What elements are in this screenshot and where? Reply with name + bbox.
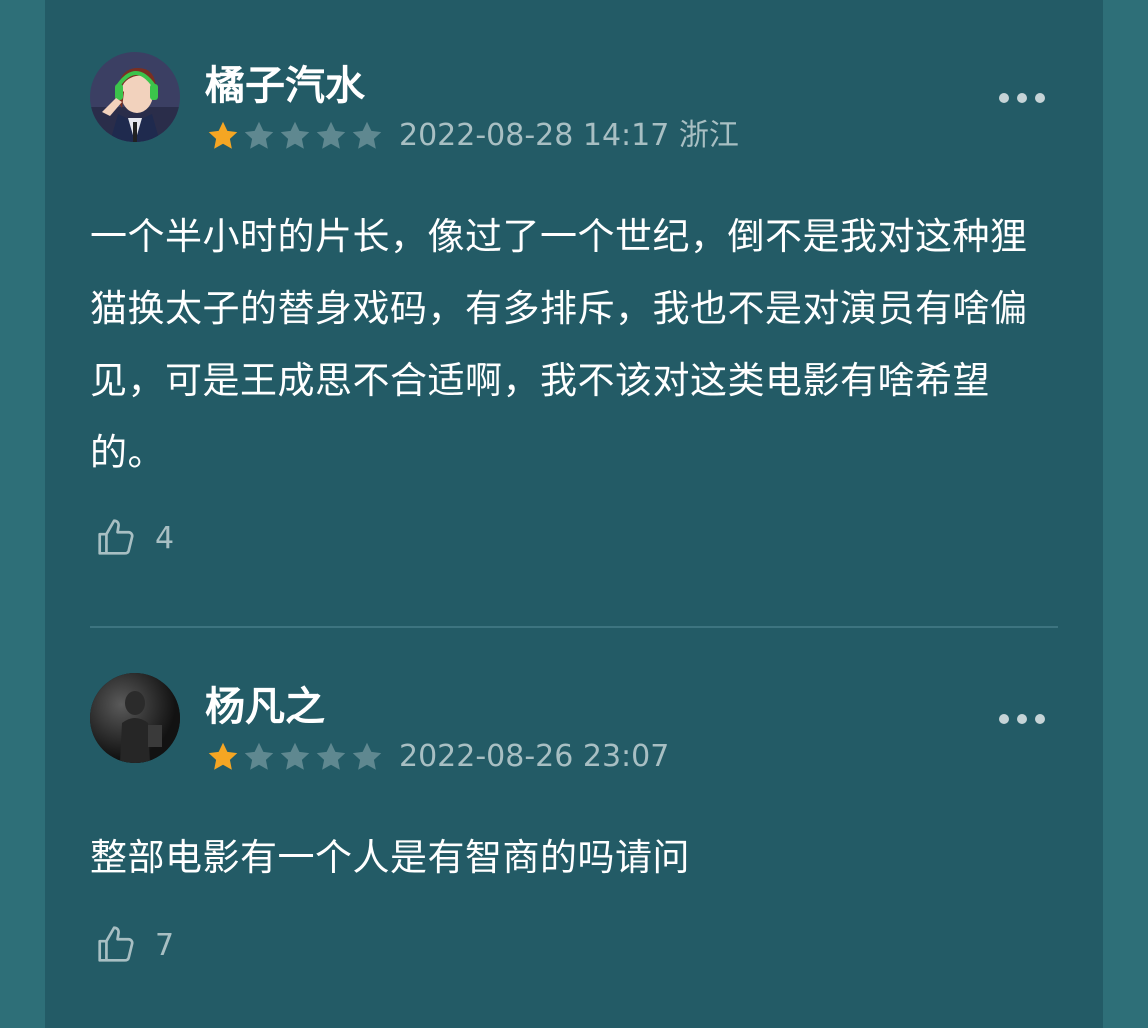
anime-character-avatar-icon	[90, 52, 180, 142]
star-empty-icon	[316, 742, 346, 770]
star-empty-icon	[352, 742, 382, 770]
star-empty-icon	[316, 121, 346, 149]
comment-content: 整部电影有一个人是有智商的吗请问	[90, 836, 690, 879]
thumbs-up-icon	[98, 926, 134, 962]
star-empty-icon	[244, 121, 274, 149]
divider	[90, 626, 1058, 628]
star-filled-icon	[208, 121, 238, 149]
dot	[999, 93, 1009, 103]
like-button[interactable]: 7	[93, 920, 174, 970]
star-empty-icon	[352, 121, 382, 149]
comment-meta: 2022-08-28 14:17 浙江	[399, 118, 739, 153]
username[interactable]: 橘子汽水	[205, 62, 365, 110]
dot	[1017, 93, 1027, 103]
dot	[1035, 714, 1045, 724]
dot	[999, 714, 1009, 724]
like-button[interactable]: 4	[93, 513, 174, 563]
more-dots-icon[interactable]	[999, 713, 1045, 725]
like-count: 4	[155, 520, 175, 556]
star-empty-icon	[280, 742, 310, 770]
dark-silhouette-avatar-icon	[90, 673, 180, 763]
thumbs-up-icon	[98, 519, 134, 555]
like-count: 7	[155, 927, 175, 963]
comment-content: 一个半小时的片长，像过了一个世纪，倒不是我对这种狸猫换太子的替身戏码，有多排斥，…	[90, 215, 1028, 474]
rating-stars	[205, 739, 385, 775]
dot	[1035, 93, 1045, 103]
dot	[1017, 714, 1027, 724]
comment-meta: 2022-08-26 23:07	[399, 739, 670, 774]
user-avatar[interactable]	[90, 673, 180, 763]
more-dots-icon[interactable]	[999, 92, 1045, 104]
star-empty-icon	[280, 121, 310, 149]
comment-list-panel: 橘子汽水 2022-08-28 14:17 浙江 一个半小时的片长，像过了一个世…	[45, 0, 1103, 1028]
username[interactable]: 杨凡之	[205, 683, 325, 731]
star-filled-icon	[208, 742, 238, 770]
star-empty-icon	[244, 742, 274, 770]
rating-stars	[205, 118, 385, 154]
user-avatar[interactable]	[90, 52, 180, 142]
